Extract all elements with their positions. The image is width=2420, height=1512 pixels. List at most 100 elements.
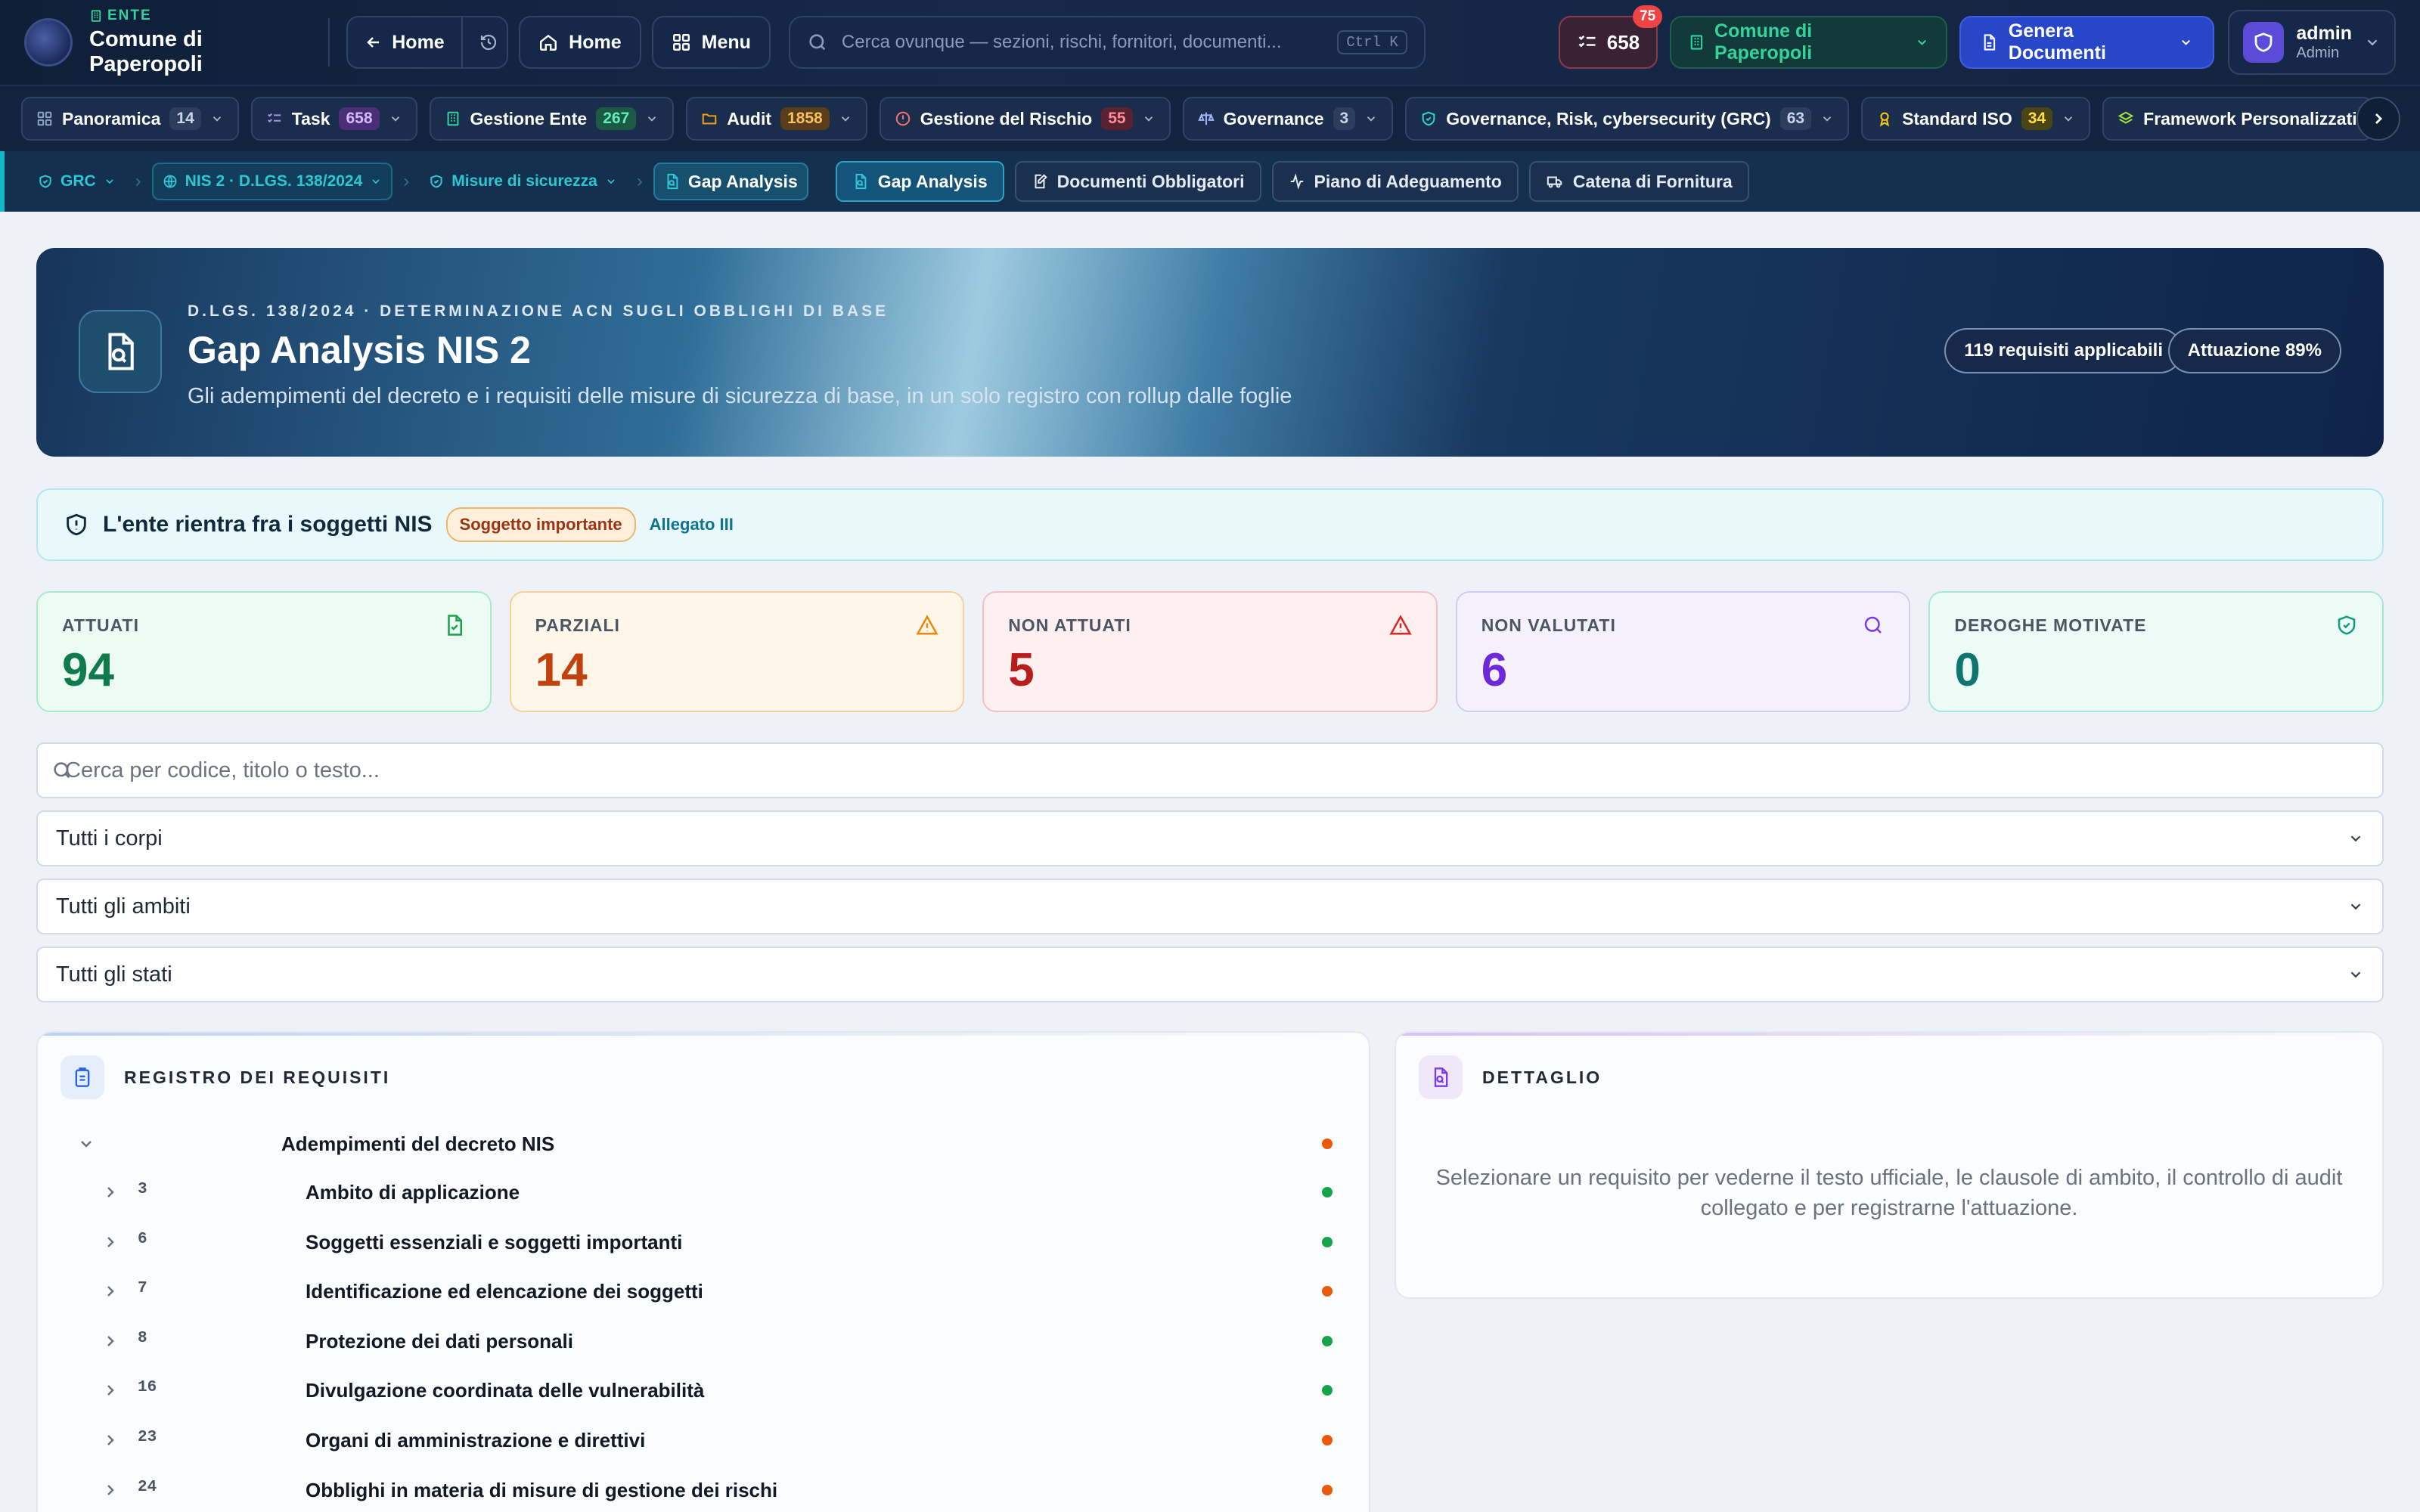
tree-row-code: 7: [138, 1280, 147, 1298]
module-standard-iso[interactable]: Standard ISO 34: [1861, 97, 2091, 141]
status-dot: [1322, 1435, 1333, 1445]
module-gestione-del-rischio[interactable]: Gestione del Rischio 55: [879, 97, 1171, 141]
breadcrumb-current[interactable]: Gap Analysis: [653, 163, 808, 200]
breadcrumb-nis2[interactable]: NIS 2 · D.LGS. 138/2024: [151, 163, 393, 200]
building-icon: [91, 10, 101, 22]
breadcrumb-misure[interactable]: Misure di sicurezza: [420, 163, 626, 200]
status-dot: [1322, 1286, 1333, 1297]
tree-root-row[interactable]: Adempimenti del decreto NIS: [38, 1119, 1369, 1169]
activity-icon: [1290, 173, 1303, 190]
home-label: Home: [569, 31, 622, 53]
award-icon: [1879, 112, 1890, 127]
tree-row[interactable]: 24 Obblighi in materia di misure di gest…: [38, 1465, 1369, 1512]
requirements-tree: Adempimenti del decreto NIS 3 Ambito di …: [38, 1119, 1369, 1512]
global-search-placeholder: Cerca ovunque — sezioni, rischi, fornito…: [841, 32, 1282, 52]
tree-row-code: 8: [138, 1329, 147, 1347]
requisiti-pill: 119 requisiti applicabili: [1944, 328, 2183, 373]
scroll-modules-right-button[interactable]: [2356, 97, 2400, 141]
ente-tag: ENTE: [89, 8, 312, 24]
history-button[interactable]: [461, 17, 507, 67]
module-gestione-ente[interactable]: Gestione Ente 267: [429, 97, 675, 141]
status-badge: Soggetto importante: [445, 507, 636, 542]
module-count: 267: [596, 107, 637, 130]
tab-label: Documenti Obbligatori: [1056, 171, 1245, 191]
module-framework-personalizzati[interactable]: Framework Personalizzati: [2102, 97, 2372, 141]
avatar: [2243, 22, 2285, 63]
module-task[interactable]: Task 658: [250, 97, 417, 141]
stat-value: 0: [1954, 644, 1981, 696]
chevron-down-icon: [213, 116, 221, 122]
chevron-down-icon: [1823, 116, 1832, 122]
stat-deroghe[interactable]: DEROGHE MOTIVATE 0: [1928, 591, 2384, 712]
chevron-right-icon: [107, 1435, 114, 1445]
page-title: Gap Analysis NIS 2: [188, 329, 531, 371]
back-home-button[interactable]: Home: [348, 17, 461, 67]
stati-select-value: Tutti gli stati: [56, 962, 172, 987]
tree-row[interactable]: 16 Divulgazione coordinata delle vulnera…: [38, 1365, 1369, 1415]
allegato-link[interactable]: Allegato III: [650, 515, 734, 534]
tree-row[interactable]: 7 Identificazione ed elencazione dei sog…: [38, 1266, 1369, 1316]
module-governance-risk-cybersecurity-grc[interactable]: Governance, Risk, cybersecurity (GRC) 63: [1405, 97, 1850, 141]
tasks-notification-badge: 75: [1633, 5, 1663, 28]
breadcrumb-current-label: Gap Analysis: [687, 171, 798, 191]
tree-row[interactable]: 8 Protezione dei dati personali: [38, 1316, 1369, 1366]
shield-check-icon: [2338, 615, 2356, 635]
tree-row[interactable]: 23 Organi di amministrazione e direttivi: [38, 1415, 1369, 1465]
ente-name: Comune di Paperopoli: [89, 27, 203, 76]
tree-row[interactable]: 6 Soggetti essenziali e soggetti importa…: [38, 1217, 1369, 1267]
breadcrumb-nis2-label: NIS 2 · D.LGS. 138/2024: [185, 172, 363, 190]
ambiti-select[interactable]: Tutti gli ambiti: [36, 878, 2384, 934]
stat-value: 6: [1481, 644, 1508, 696]
breadcrumb-grc[interactable]: GRC: [29, 163, 125, 200]
registro-panel: REGISTRO DEI REQUISITI Adempimenti del d…: [36, 1031, 1370, 1512]
user-menu[interactable]: admin Admin: [2228, 10, 2396, 75]
stati-select[interactable]: Tutti gli stati: [36, 947, 2384, 1002]
tree-row-code: 6: [138, 1230, 147, 1248]
chevron-down-icon: [2182, 39, 2191, 45]
stat-non-attuati[interactable]: NON ATTUATI 5: [982, 591, 1438, 712]
global-search-input[interactable]: Cerca ovunque — sezioni, rischi, fornito…: [788, 16, 1426, 69]
chevron-down-icon: [648, 116, 656, 122]
grid-icon: [37, 111, 52, 126]
warning-icon: [1389, 615, 1412, 635]
chevron-down-icon: [106, 179, 113, 184]
tab-documenti-obbligatori[interactable]: Documenti Obbligatori: [1014, 161, 1261, 202]
nis-status-title: L'ente rientra fra i soggetti NIS: [103, 512, 433, 537]
comune-selector[interactable]: Comune di Paperopoli: [1670, 16, 1947, 69]
status-dot: [1322, 1385, 1333, 1396]
chevron-down-icon: [1367, 116, 1376, 122]
module-label: Panoramica: [62, 108, 161, 129]
module-panoramica[interactable]: Panoramica 14: [21, 97, 239, 141]
stat-non-valutati[interactable]: NON VALUTATI 6: [1455, 591, 1911, 712]
tree-row[interactable]: 3 Ambito di applicazione: [38, 1167, 1369, 1217]
genera-documenti-button[interactable]: Genera Documenti: [1959, 16, 2215, 69]
breadcrumb-separator: ›: [636, 171, 643, 191]
chevron-down-icon: [2064, 116, 2073, 122]
tab-gap-analysis[interactable]: Gap Analysis: [835, 161, 1004, 202]
tree-row-title: Divulgazione coordinata delle vulnerabil…: [306, 1379, 705, 1402]
stat-parziali[interactable]: PARZIALI 14: [509, 591, 965, 712]
menu-button[interactable]: Menu: [651, 16, 771, 69]
comune-label: Comune di Paperopoli: [1714, 20, 1813, 64]
requirements-search-placeholder: Cerca per codice, titolo o testo...: [65, 758, 380, 782]
tasks-icon: [267, 113, 281, 123]
tasks-button[interactable]: 658 75: [1558, 5, 1663, 69]
tab-catena-fornitura[interactable]: Catena di Fornitura: [1528, 161, 1749, 202]
tree-row-title: Protezione dei dati personali: [306, 1329, 573, 1352]
stat-value: 14: [535, 644, 588, 696]
module-governance[interactable]: Governance 3: [1182, 97, 1394, 141]
requirements-search-input[interactable]: Cerca per codice, titolo o testo...: [36, 742, 2384, 798]
status-dot: [1322, 1139, 1333, 1149]
folder-icon: [702, 113, 717, 125]
corpi-select[interactable]: Tutti i corpi: [36, 810, 2384, 866]
chevron-down-icon: [2350, 903, 2361, 910]
stat-label: NON VALUTATI: [1481, 615, 1616, 635]
ente-logo[interactable]: [24, 18, 73, 67]
home-button[interactable]: Home: [519, 16, 641, 69]
chevron-down-icon: [607, 179, 615, 184]
tab-piano-adeguamento[interactable]: Piano di Adeguamento: [1271, 161, 1519, 202]
stat-attuati[interactable]: ATTUATI 94: [36, 591, 492, 712]
user-name: admin: [2296, 23, 2352, 44]
tasks-count: 658: [1606, 30, 1640, 54]
module-audit[interactable]: Audit 1858: [686, 97, 867, 141]
